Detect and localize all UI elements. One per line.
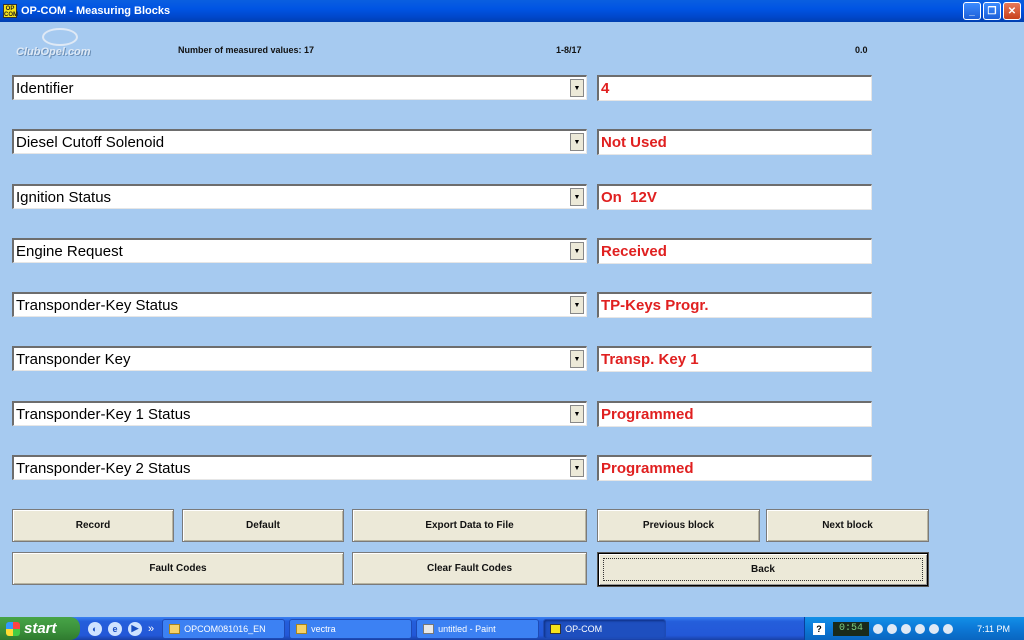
measure-value-1: 4 [597, 75, 872, 101]
measure-select-8[interactable]: Transponder-Key 2 Status ▼ [12, 455, 587, 480]
minimize-button[interactable]: _ [963, 2, 981, 20]
measure-value-7: Programmed [597, 401, 872, 427]
opcom-app-icon: OP COM [3, 4, 18, 18]
dropdown-arrow-icon[interactable]: ▼ [570, 459, 584, 477]
tray-meter[interactable]: 0:54 [833, 621, 869, 636]
window-title: OP-COM - Measuring Blocks [21, 5, 171, 17]
measure-select-7[interactable]: Transponder-Key 1 Status ▼ [12, 401, 587, 426]
dropdown-arrow-icon[interactable]: ▼ [570, 350, 584, 368]
dropdown-arrow-icon[interactable]: ▼ [570, 296, 584, 314]
quick-launch: ◐ e ▶ » [88, 621, 154, 636]
fault-codes-button[interactable]: Fault Codes [12, 552, 344, 585]
measure-label: Engine Request [16, 242, 123, 260]
task-list: OPCOM081016_EN vectra untitled - Paint O… [162, 618, 667, 639]
internet-explorer-icon[interactable]: e [108, 621, 122, 636]
dropdown-arrow-icon[interactable]: ▼ [570, 188, 584, 206]
task-label: OPCOM081016_EN [184, 623, 266, 634]
timer-value: 0.0 [855, 45, 868, 55]
page-range: 1-8/17 [556, 45, 582, 55]
dropdown-arrow-icon[interactable]: ▼ [570, 79, 584, 97]
clubopel-logo: ClubOpel.com [14, 28, 114, 62]
measure-label: Transponder-Key 2 Status [16, 459, 191, 477]
folder-icon [169, 623, 181, 634]
taskbar: start ◐ e ▶ » OPCOM081016_EN vectra unti… [0, 617, 1024, 640]
network-icon[interactable] [873, 623, 883, 634]
default-button[interactable]: Default [182, 509, 344, 542]
record-button[interactable]: Record [12, 509, 174, 542]
next-block-button[interactable]: Next block [766, 509, 929, 542]
measure-label: Identifier [16, 79, 74, 97]
measure-value-6: Transp. Key 1 [597, 346, 872, 372]
task-label: vectra [311, 623, 336, 634]
logo-text: ClubOpel.com [16, 46, 91, 58]
start-button[interactable]: start [0, 617, 80, 640]
task-opcom-folder[interactable]: OPCOM081016_EN [162, 618, 286, 639]
window-titlebar[interactable]: OP COM OP-COM - Measuring Blocks _ ❐ ✕ [0, 0, 1024, 22]
measured-values-count: Number of measured values: 17 [178, 45, 315, 55]
measure-label: Transponder-Key Status [16, 296, 179, 314]
measure-value-4: Received [597, 238, 872, 264]
measure-select-4[interactable]: Engine Request ▼ [12, 238, 587, 263]
measure-label: Diesel Cutoff Solenoid [16, 133, 165, 151]
task-vectra-folder[interactable]: vectra [289, 618, 413, 639]
measure-select-2[interactable]: Diesel Cutoff Solenoid ▼ [12, 129, 587, 154]
measure-label: Ignition Status [16, 188, 112, 206]
measure-value-8: Programmed [597, 455, 872, 481]
show-desktop-icon[interactable]: ◐ [88, 621, 102, 636]
help-icon[interactable]: ? [813, 622, 825, 635]
quick-launch-more-icon[interactable]: » [148, 623, 154, 635]
update-icon[interactable] [915, 623, 925, 634]
maximize-button[interactable]: ❐ [983, 2, 1001, 20]
system-tray: ? 0:54 7:11 PM [804, 617, 1024, 640]
previous-block-button[interactable]: Previous block [597, 509, 760, 542]
measure-select-3[interactable]: Ignition Status ▼ [12, 184, 587, 209]
start-label: start [24, 620, 57, 637]
measure-select-6[interactable]: Transponder Key ▼ [12, 346, 587, 371]
clock[interactable]: 7:11 PM [977, 624, 1010, 634]
opel-blitz-icon [42, 28, 78, 46]
opcom-icon [550, 623, 562, 634]
measure-select-1[interactable]: Identifier ▼ [12, 75, 587, 100]
measure-value-5: TP-Keys Progr. [597, 292, 872, 318]
volume-icon[interactable] [887, 623, 897, 634]
task-paint[interactable]: untitled - Paint [416, 618, 540, 639]
antivirus-icon[interactable] [901, 623, 911, 634]
media-player-icon[interactable]: ▶ [128, 621, 142, 636]
ati-icon[interactable] [929, 623, 939, 634]
dropdown-arrow-icon[interactable]: ▼ [570, 405, 584, 423]
measure-value-3: On 12V [597, 184, 872, 210]
task-label: OP-COM [565, 623, 603, 634]
windows-flag-icon [6, 621, 20, 636]
back-button[interactable]: Back [598, 553, 928, 586]
mouse-icon[interactable] [943, 623, 953, 634]
export-data-button[interactable]: Export Data to File [352, 509, 587, 542]
clear-fault-codes-button[interactable]: Clear Fault Codes [352, 552, 587, 585]
window-controls: _ ❐ ✕ [963, 2, 1021, 20]
measure-value-2: Not Used [597, 129, 872, 155]
folder-icon [296, 623, 308, 634]
paint-icon [423, 623, 435, 634]
measure-label: Transponder-Key 1 Status [16, 405, 191, 423]
dropdown-arrow-icon[interactable]: ▼ [570, 133, 584, 151]
close-button[interactable]: ✕ [1003, 2, 1021, 20]
task-label: untitled - Paint [438, 623, 496, 634]
dropdown-arrow-icon[interactable]: ▼ [570, 242, 584, 260]
measure-select-5[interactable]: Transponder-Key Status ▼ [12, 292, 587, 317]
measure-label: Transponder Key [16, 350, 131, 368]
task-opcom[interactable]: OP-COM [543, 618, 667, 639]
